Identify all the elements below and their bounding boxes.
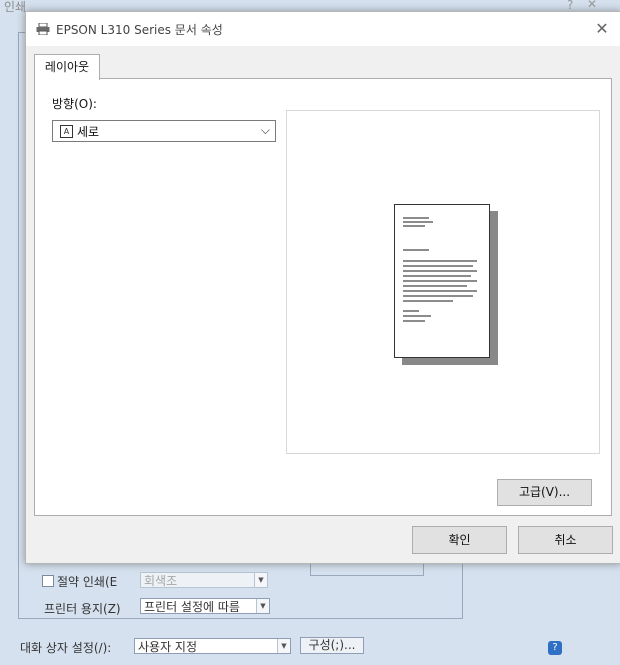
orientation-select[interactable]: A 세로 ⌵ — [52, 120, 276, 142]
preview-page-icon — [394, 204, 490, 358]
orientation-label: 방향(O): — [52, 97, 97, 111]
preview-text-line — [403, 290, 477, 292]
dialog-setting-value: 사용자 지정 — [138, 640, 198, 654]
layout-tab-panel: 방향(O): A 세로 ⌵ 고급(V)... — [34, 78, 612, 516]
chevron-down-icon: ⌵ — [260, 123, 270, 137]
dialog-titlebar[interactable]: EPSON L310 Series 문서 속성 ✕ — [26, 12, 620, 46]
toner-mode-value: 회색조 — [144, 574, 178, 588]
paper-value: 프린터 설정에 따름 — [144, 600, 240, 614]
toner-save-label: 절약 인쇄(E — [57, 575, 118, 589]
toner-mode-select[interactable]: 회색조 ▼ — [140, 572, 268, 588]
portrait-orientation-icon: A — [60, 125, 73, 138]
document-properties-dialog: EPSON L310 Series 문서 속성 ✕ 레이아웃 방향(O): A … — [25, 11, 620, 564]
chevron-down-icon: ▼ — [256, 599, 269, 613]
preview-text-line — [403, 225, 425, 227]
background-dialog-title: 인쇄 — [4, 0, 27, 14]
ok-button[interactable]: 확인 — [412, 526, 507, 554]
preview-text-line — [403, 280, 477, 282]
chevron-down-icon: ▼ — [277, 639, 290, 653]
advanced-button[interactable]: 고급(V)... — [497, 479, 592, 506]
dialog-title: EPSON L310 Series 문서 속성 — [56, 23, 223, 37]
preview-text-line — [403, 217, 429, 219]
printer-icon — [36, 23, 50, 35]
checkbox-box[interactable] — [42, 575, 54, 587]
paper-label: 프린터 용지(Z) — [44, 602, 121, 616]
dialog-setting-label: 대화 상자 설정(/): — [20, 641, 112, 655]
page-preview — [286, 110, 600, 454]
tab-layout[interactable]: 레이아웃 — [34, 54, 100, 80]
preview-text-line — [403, 310, 419, 312]
preview-text-line — [403, 320, 425, 322]
close-button[interactable]: ✕ — [588, 16, 616, 42]
cancel-button[interactable]: 취소 — [518, 526, 613, 554]
preview-text-line — [403, 249, 429, 251]
preview-text-line — [403, 285, 467, 287]
preview-text-line — [403, 275, 471, 277]
preview-text-line — [403, 295, 473, 297]
toner-save-checkbox[interactable]: 절약 인쇄(E — [42, 573, 117, 590]
orientation-value: 세로 — [77, 125, 100, 139]
preview-text-line — [403, 260, 477, 262]
config-button[interactable]: 구성(;)... — [300, 637, 364, 654]
preview-text-line — [403, 300, 453, 302]
preview-text-line — [403, 221, 433, 223]
dialog-setting-select[interactable]: 사용자 지정 ▼ — [134, 638, 291, 654]
paper-select[interactable]: 프린터 설정에 따름 ▼ — [140, 598, 270, 614]
preview-text-line — [403, 270, 477, 272]
preview-text-line — [403, 315, 431, 317]
help-button[interactable]: ? — [548, 641, 562, 655]
close-icon[interactable]: ✕ — [587, 0, 597, 11]
preview-text-line — [403, 265, 473, 267]
chevron-down-icon: ▼ — [254, 573, 267, 587]
